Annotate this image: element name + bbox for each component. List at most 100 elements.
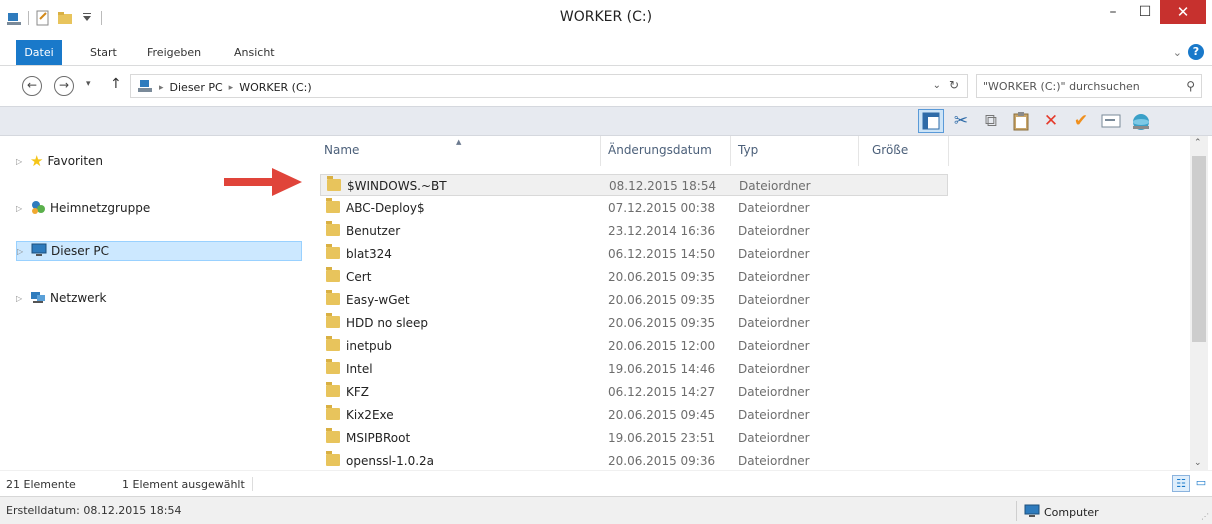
file-type: Dateiordner	[738, 431, 810, 445]
forward-button[interactable]: →	[54, 76, 74, 96]
breadcrumb-separator[interactable]: ▸	[159, 83, 164, 93]
refresh-icon[interactable]: ↻	[949, 78, 959, 92]
computer-icon	[31, 242, 47, 261]
file-name: Benutzer	[346, 224, 401, 238]
title-bar: WORKER (C:) – ☐ ✕	[0, 0, 1212, 40]
nav-item-dieser-pc[interactable]: ▷ Dieser PC	[16, 241, 302, 261]
table-row[interactable]: blat324 06.12.2015 14:50 Dateiordner	[320, 243, 948, 265]
tab-ansicht[interactable]: Ansicht	[234, 42, 275, 64]
file-date: 20.06.2015 09:36	[608, 454, 716, 468]
nav-item-favoriten[interactable]: ▷ ★ Favoriten	[16, 151, 103, 171]
table-row[interactable]: Cert 20.06.2015 09:35 Dateiordner	[320, 266, 948, 288]
status-separator	[1016, 501, 1017, 521]
expand-ribbon-icon[interactable]: ⌄	[1173, 46, 1182, 59]
search-box[interactable]: ⚲	[976, 74, 1202, 98]
folder-icon	[326, 221, 340, 236]
table-row[interactable]: inetpub 20.06.2015 12:00 Dateiordner	[320, 335, 948, 357]
star-icon: ★	[30, 152, 44, 170]
file-name: KFZ	[346, 385, 369, 399]
column-divider[interactable]	[730, 136, 731, 166]
file-type: Dateiordner	[738, 224, 810, 238]
search-icon[interactable]: ⚲	[1186, 79, 1195, 93]
drive-icon	[137, 79, 153, 96]
file-type: Dateiordner	[738, 454, 810, 468]
table-row[interactable]: $WINDOWS.~BT 08.12.2015 18:54 Dateiordne…	[320, 174, 948, 196]
file-name: $WINDOWS.~BT	[347, 179, 447, 193]
paste-icon[interactable]	[1008, 109, 1034, 133]
file-name: MSIPBRoot	[346, 431, 411, 445]
nav-item-label: Favoriten	[47, 154, 104, 168]
table-row[interactable]: KFZ 06.12.2015 14:27 Dateiordner	[320, 381, 948, 403]
tab-datei[interactable]: Datei	[16, 40, 62, 65]
cut-icon[interactable]: ✂	[948, 109, 974, 133]
status-separator	[252, 477, 253, 491]
tab-start[interactable]: Start	[90, 42, 117, 64]
vertical-scrollbar[interactable]: ⌃ ⌄	[1190, 136, 1208, 470]
table-row[interactable]: ABC-Deploy$ 07.12.2015 00:38 Dateiordner	[320, 197, 948, 219]
expand-icon[interactable]: ▷	[16, 157, 26, 166]
preview-pane-icon[interactable]	[918, 109, 944, 133]
table-row[interactable]: HDD no sleep 20.06.2015 09:35 Dateiordne…	[320, 312, 948, 334]
column-divider[interactable]	[858, 136, 859, 166]
file-type: Dateiordner	[738, 316, 810, 330]
scroll-down-icon[interactable]: ⌄	[1194, 458, 1202, 468]
command-toolbar: ✂ ⧉ ✕ ✔	[0, 106, 1212, 136]
file-date: 07.12.2015 00:38	[608, 201, 716, 215]
column-header-date[interactable]: Änderungsdatum	[608, 143, 712, 163]
table-row[interactable]: Easy-wGet 20.06.2015 09:35 Dateiordner	[320, 289, 948, 311]
help-icon[interactable]: ?	[1188, 44, 1204, 60]
close-button[interactable]: ✕	[1160, 0, 1206, 24]
file-type: Dateiordner	[738, 385, 810, 399]
computer-icon	[1024, 504, 1040, 521]
network-globe-icon[interactable]	[1128, 109, 1154, 133]
file-type: Dateiordner	[738, 339, 810, 353]
breadcrumb-separator[interactable]: ▸	[229, 83, 234, 93]
file-name: Kix2Exe	[346, 408, 394, 422]
copy-icon[interactable]: ⧉	[978, 109, 1004, 133]
recent-locations-icon[interactable]: ▾	[86, 79, 91, 89]
scroll-thumb[interactable]	[1192, 156, 1206, 342]
scroll-up-icon[interactable]: ⌃	[1194, 138, 1202, 148]
toolbar-buttons: ✂ ⧉ ✕ ✔	[918, 109, 1154, 133]
expand-icon[interactable]: ▷	[16, 294, 26, 303]
breadcrumb-worker-c[interactable]: WORKER (C:)	[239, 81, 311, 94]
table-row[interactable]: openssl-1.0.2a 20.06.2015 09:36 Dateiord…	[320, 450, 948, 470]
maximize-button[interactable]: ☐	[1130, 0, 1160, 24]
tab-freigeben[interactable]: Freigeben	[147, 42, 201, 64]
delete-icon[interactable]: ✕	[1038, 109, 1064, 133]
column-header-name[interactable]: Name	[324, 143, 359, 163]
selection-count: 1 Element ausgewählt	[122, 478, 245, 491]
ribbon-controls: ⌄ ?	[1173, 44, 1204, 60]
expand-icon[interactable]: ▷	[17, 247, 27, 256]
nav-item-netzwerk[interactable]: ▷ Netzwerk	[16, 288, 106, 308]
address-dropdown-icon[interactable]: ⌄	[933, 80, 941, 91]
up-button[interactable]: ↑	[110, 76, 122, 92]
table-row[interactable]: Kix2Exe 20.06.2015 09:45 Dateiordner	[320, 404, 948, 426]
file-date: 23.12.2014 16:36	[608, 224, 716, 238]
resize-grip-icon[interactable]: ⋰	[1201, 512, 1209, 521]
back-button[interactable]: ←	[22, 76, 42, 96]
file-name: inetpub	[346, 339, 392, 353]
expand-icon[interactable]: ▷	[16, 204, 26, 213]
details-view-button[interactable]: ☷	[1172, 475, 1190, 492]
ribbon-tabs: Datei Start Freigeben Ansicht	[0, 40, 1212, 66]
search-input[interactable]	[983, 78, 1173, 94]
file-date: 06.12.2015 14:27	[608, 385, 716, 399]
column-divider[interactable]	[948, 136, 949, 166]
table-row[interactable]: Intel 19.06.2015 14:46 Dateiordner	[320, 358, 948, 380]
file-date: 19.06.2015 23:51	[608, 431, 716, 445]
table-row[interactable]: Benutzer 23.12.2014 16:36 Dateiordner	[320, 220, 948, 242]
address-bar[interactable]: ▸ Dieser PC ▸ WORKER (C:) ⌄ ↻	[130, 74, 968, 98]
large-icons-view-button[interactable]: ▭	[1192, 475, 1210, 492]
rename-icon[interactable]	[1098, 109, 1124, 133]
column-header-size[interactable]: Größe	[872, 143, 908, 163]
column-header-type[interactable]: Typ	[738, 143, 758, 163]
column-divider[interactable]	[600, 136, 601, 166]
zone-computer: Computer	[1024, 504, 1099, 521]
breadcrumb-dieser-pc[interactable]: Dieser PC	[170, 81, 223, 94]
file-date: 20.06.2015 12:00	[608, 339, 716, 353]
checkmark-icon[interactable]: ✔	[1068, 109, 1094, 133]
minimize-button[interactable]: –	[1098, 0, 1128, 24]
nav-item-heimnetzgruppe[interactable]: ▷ Heimnetzgruppe	[16, 198, 150, 218]
table-row[interactable]: MSIPBRoot 19.06.2015 23:51 Dateiordner	[320, 427, 948, 449]
